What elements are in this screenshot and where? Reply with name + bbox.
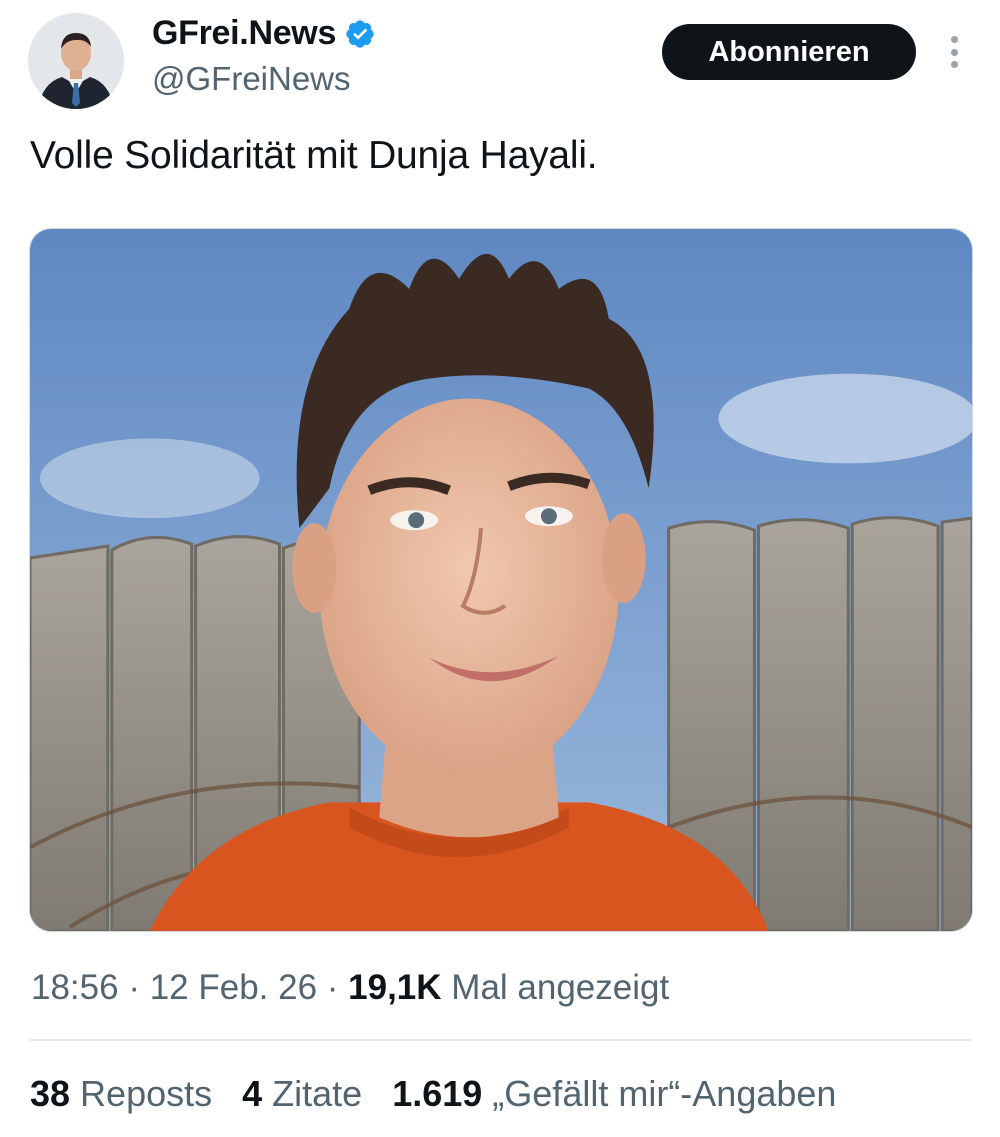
tweet-media-photo[interactable] [29,228,973,932]
tweet-meta: 18:56 · 12 Feb. 26 · 19,1K Mal angezeigt [31,968,669,1008]
reposts-count: 38 [30,1073,71,1114]
likes-label: „Gefällt mir“-Angaben [482,1073,837,1114]
likes-stat[interactable]: 1.619 „Gefällt mir“-Angaben [392,1073,836,1115]
tweet: GFrei.News @GFreiNews Abonnieren Volle S… [0,0,1000,1137]
more-vertical-icon[interactable] [944,32,964,72]
divider [29,1039,972,1041]
photo-illustration [30,229,972,931]
author-avatar[interactable] [28,13,124,109]
quotes-label: Zitate [262,1073,363,1114]
reposts-label: Reposts [70,1073,213,1114]
author-handle[interactable]: @GFreiNews [152,60,351,98]
follow-button[interactable]: Abonnieren [662,24,916,80]
reposts-stat[interactable]: 38 Reposts [30,1073,212,1115]
tweet-time[interactable]: 18:56 [31,968,119,1007]
likes-count: 1.619 [392,1073,483,1114]
author-display-name[interactable]: GFrei.News [152,14,376,53]
display-name-text: GFrei.News [152,14,337,52]
tweet-text: Volle Solidarität mit Dunja Hayali. [30,134,598,177]
view-count: 19,1K [348,968,442,1007]
tweet-date[interactable]: 12 Feb. 26 [150,968,317,1007]
quotes-stat[interactable]: 4 Zitate [242,1073,362,1115]
meta-separator: · [118,968,150,1007]
view-count-label: Mal angezeigt [441,968,670,1007]
meta-separator: · [317,968,349,1007]
verified-badge-icon[interactable] [344,18,376,50]
engagement-stats: 38 Reposts 4 Zitate 1.619 „Gefällt mir“-… [30,1073,836,1115]
avatar-image [28,13,124,109]
quotes-count: 4 [242,1073,263,1114]
